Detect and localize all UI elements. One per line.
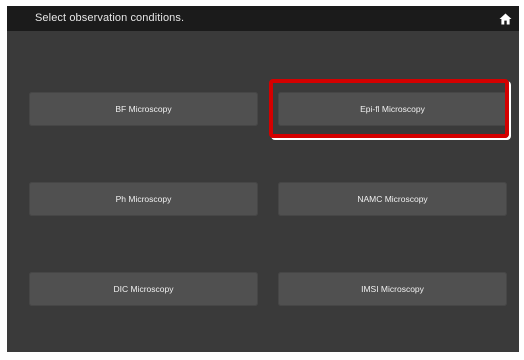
home-icon: [499, 13, 511, 24]
home-button[interactable]: [495, 9, 515, 28]
epi-fl-microscopy-button[interactable]: Epi-fl Microscopy: [278, 92, 507, 126]
imsi-microscopy-button[interactable]: IMSI Microscopy: [278, 272, 507, 306]
header-bar: Select observation conditions.: [7, 6, 519, 31]
ph-microscopy-button[interactable]: Ph Microscopy: [29, 182, 258, 216]
namc-microscopy-button[interactable]: NAMC Microscopy: [278, 182, 507, 216]
page-title: Select observation conditions.: [35, 12, 185, 24]
dic-microscopy-button[interactable]: DIC Microscopy: [29, 272, 258, 306]
bf-microscopy-button[interactable]: BF Microscopy: [29, 92, 258, 126]
observation-conditions-screen: Select observation conditions. BF Micros…: [7, 6, 519, 352]
